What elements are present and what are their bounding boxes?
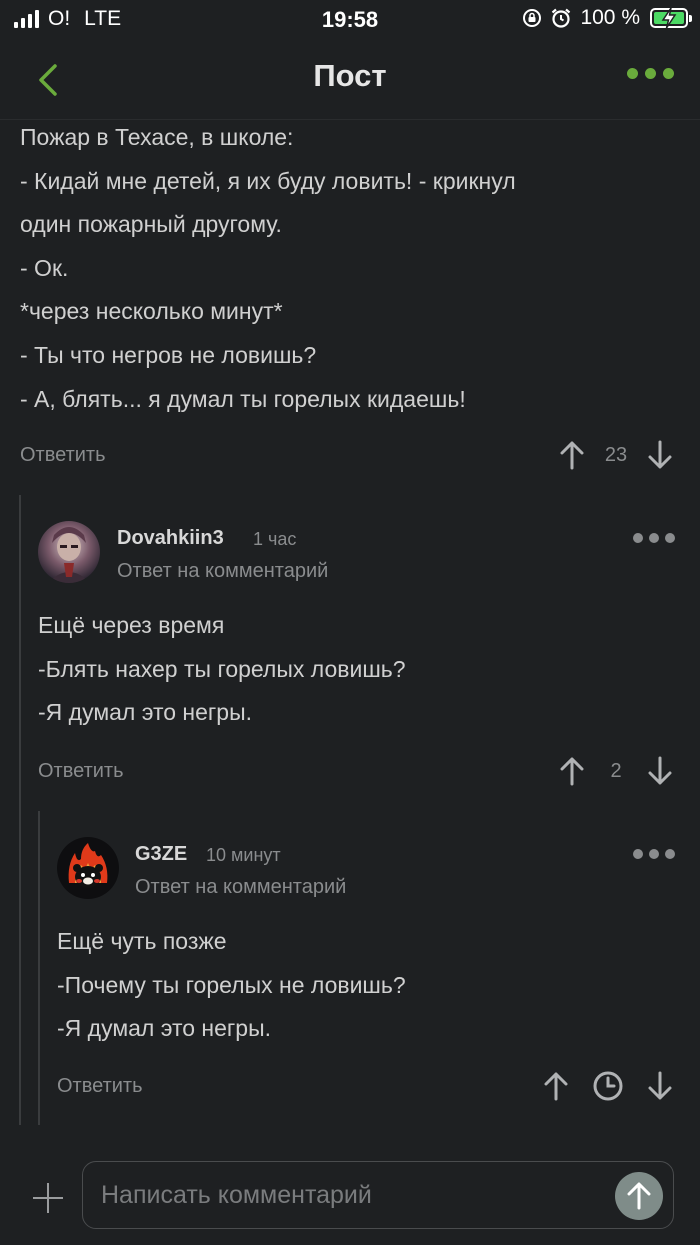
reply-button[interactable]: Ответить bbox=[38, 760, 124, 783]
comment-line: -Я думал это негры. bbox=[38, 699, 253, 726]
battery-percent: 100 % bbox=[580, 6, 640, 29]
thread-line bbox=[38, 811, 40, 1125]
vote-controls: 23 bbox=[554, 435, 678, 475]
comment-actions: Ответить bbox=[20, 435, 106, 475]
upvote-button[interactable] bbox=[538, 1066, 574, 1106]
vote-controls: 2 bbox=[554, 751, 678, 791]
charging-bolt-icon bbox=[661, 7, 677, 29]
more-options-button[interactable] bbox=[627, 68, 674, 79]
comment-compose-bar bbox=[0, 1140, 700, 1245]
arrow-up-icon bbox=[544, 1072, 568, 1101]
comment-line: - А, блять... я думал ты горелых кидаешь… bbox=[20, 385, 466, 412]
status-bar: O! LTE 19:58 100 % bbox=[0, 0, 700, 40]
avatar[interactable] bbox=[38, 521, 100, 583]
dot-icon bbox=[665, 849, 675, 859]
comment-line: один пожарный другому. bbox=[20, 211, 282, 238]
comment-line: *через несколько минут* bbox=[20, 298, 283, 325]
thread-line bbox=[19, 495, 21, 1125]
alarm-icon bbox=[552, 8, 571, 28]
comment-line: Ещё чуть позже bbox=[57, 928, 227, 954]
upvote-button[interactable] bbox=[554, 435, 590, 475]
comment-author[interactable]: Dovahkiin3 bbox=[117, 527, 224, 550]
comment-more-button[interactable] bbox=[633, 533, 675, 543]
comment-line: -Почему ты горелых не ловишь? bbox=[57, 971, 406, 998]
reply-to-label[interactable]: Ответ на комментарий bbox=[135, 876, 346, 899]
send-button[interactable] bbox=[615, 1172, 663, 1220]
arrow-down-icon bbox=[648, 440, 672, 469]
avatar-image bbox=[38, 521, 100, 583]
comment-body: Ещё через время -Блять нахер ты горелых … bbox=[38, 604, 406, 735]
comment-line: - Ок. bbox=[20, 254, 69, 281]
navigation-header: Пост bbox=[0, 40, 700, 120]
rating-count: 2 bbox=[610, 759, 622, 782]
arrow-up-icon bbox=[560, 757, 584, 786]
battery-icon bbox=[650, 7, 692, 29]
vote-controls bbox=[538, 1066, 678, 1106]
page-title: Пост bbox=[313, 58, 387, 93]
dot-icon bbox=[649, 533, 659, 543]
avatar-image bbox=[57, 837, 119, 899]
comment-line: Ещё через время bbox=[38, 612, 225, 638]
comment-time: 10 минут bbox=[206, 845, 281, 865]
avatar[interactable] bbox=[57, 837, 119, 899]
dot-icon bbox=[627, 68, 638, 79]
dot-icon bbox=[633, 849, 643, 859]
arrow-down-icon bbox=[648, 756, 672, 785]
comment-line: - Кидай мне детей, я их буду ловить! - к… bbox=[20, 167, 516, 194]
comment-line: Пожар в Техасе, в школе: bbox=[20, 124, 294, 150]
status-right: 100 % bbox=[522, 6, 692, 30]
orientation-lock-icon bbox=[523, 9, 542, 27]
dot-icon bbox=[665, 533, 675, 543]
comment-input[interactable] bbox=[101, 1162, 601, 1228]
dot-icon bbox=[649, 849, 659, 859]
upvote-button[interactable] bbox=[554, 751, 590, 791]
comment-input-box bbox=[82, 1161, 674, 1229]
rating-pending-indicator bbox=[574, 1066, 642, 1106]
dot-icon bbox=[633, 533, 643, 543]
arrow-up-icon bbox=[627, 1182, 651, 1210]
downvote-button[interactable] bbox=[642, 751, 678, 791]
comment-actions: Ответить bbox=[57, 1066, 143, 1106]
arrow-up-icon bbox=[560, 441, 584, 470]
comment-more-button[interactable] bbox=[633, 849, 675, 859]
dot-icon bbox=[663, 68, 674, 79]
rating-count: 23 bbox=[604, 443, 628, 466]
comment-time: 1 час bbox=[253, 529, 297, 549]
downvote-button[interactable] bbox=[642, 1066, 678, 1106]
comment-author[interactable]: G3ZE bbox=[135, 843, 187, 866]
comment-body: Пожар в Техасе, в школе: - Кидай мне дет… bbox=[20, 116, 516, 421]
comment-line: -Я думал это негры. bbox=[57, 1015, 272, 1042]
comment-line: -Блять нахер ты горелых ловишь? bbox=[38, 655, 406, 682]
dot-icon bbox=[645, 68, 656, 79]
downvote-button[interactable] bbox=[642, 435, 678, 475]
comment-actions: Ответить bbox=[38, 751, 124, 791]
reply-to-label[interactable]: Ответ на комментарий bbox=[117, 560, 328, 583]
reply-button[interactable]: Ответить bbox=[57, 1075, 143, 1098]
comment-line: - Ты что негров не ловишь? bbox=[20, 341, 317, 368]
arrow-down-icon bbox=[648, 1071, 672, 1100]
add-attachment-button[interactable] bbox=[28, 1178, 68, 1218]
comment-body: Ещё чуть позже -Почему ты горелых не лов… bbox=[57, 920, 406, 1051]
reply-button[interactable]: Ответить bbox=[20, 444, 106, 467]
clock-icon bbox=[593, 1071, 623, 1101]
